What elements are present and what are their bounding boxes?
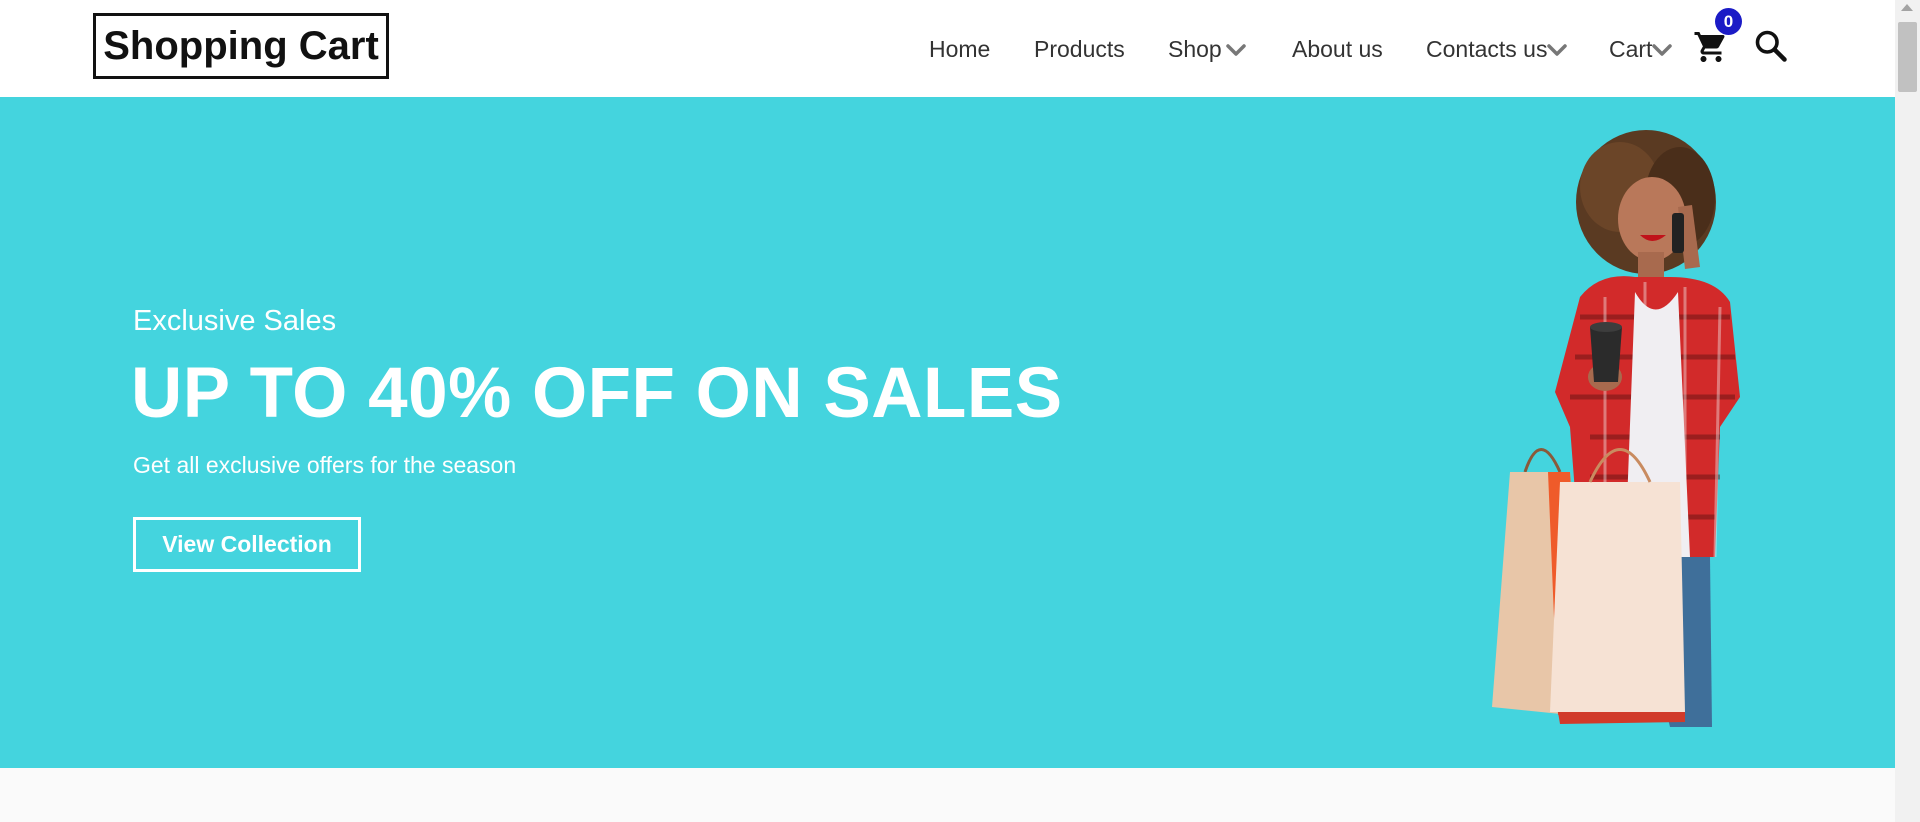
page: Shopping Cart Home Products Shop About u… [0, 0, 1895, 822]
nav-item-label: Shop [1168, 36, 1222, 62]
nav-item-label: About us [1292, 36, 1383, 62]
hero-title: UP TO 40% OFF ON SALES [131, 354, 1063, 433]
chevron-down-icon [1652, 43, 1673, 56]
hero-banner: Exclusive Sales UP TO 40% OFF ON SALES G… [0, 97, 1895, 768]
site-logo[interactable]: Shopping Cart [93, 13, 389, 79]
view-collection-button[interactable]: View Collection [133, 517, 361, 572]
nav-item-label: Products [1034, 36, 1125, 62]
search-icon[interactable] [1753, 28, 1789, 64]
scroll-up-arrow-icon[interactable] [1901, 4, 1913, 11]
vertical-scrollbar[interactable] [1895, 0, 1920, 822]
cart-count-badge: 0 [1715, 8, 1742, 35]
nav-item-home[interactable]: Home [929, 36, 990, 63]
hero-image-woman-shopping [1492, 130, 1740, 727]
chevron-down-icon [1547, 43, 1568, 56]
nav-item-shop[interactable]: Shop [1168, 36, 1246, 63]
hero-subtitle: Get all exclusive offers for the season [133, 452, 517, 478]
nav-item-about[interactable]: About us [1292, 36, 1383, 63]
nav-item-label: Contacts us [1426, 36, 1548, 62]
scrollbar-thumb[interactable] [1898, 22, 1917, 92]
nav-item-contacts[interactable]: Contacts us [1426, 36, 1568, 63]
nav-item-cart[interactable]: Cart [1609, 36, 1673, 63]
hero-kicker: Exclusive Sales [133, 305, 337, 337]
nav-item-label: Cart [1609, 36, 1653, 62]
site-header: Shopping Cart Home Products Shop About u… [0, 0, 1895, 97]
chevron-down-icon [1225, 43, 1246, 56]
nav-item-products[interactable]: Products [1034, 36, 1125, 63]
nav-item-label: Home [929, 36, 991, 62]
